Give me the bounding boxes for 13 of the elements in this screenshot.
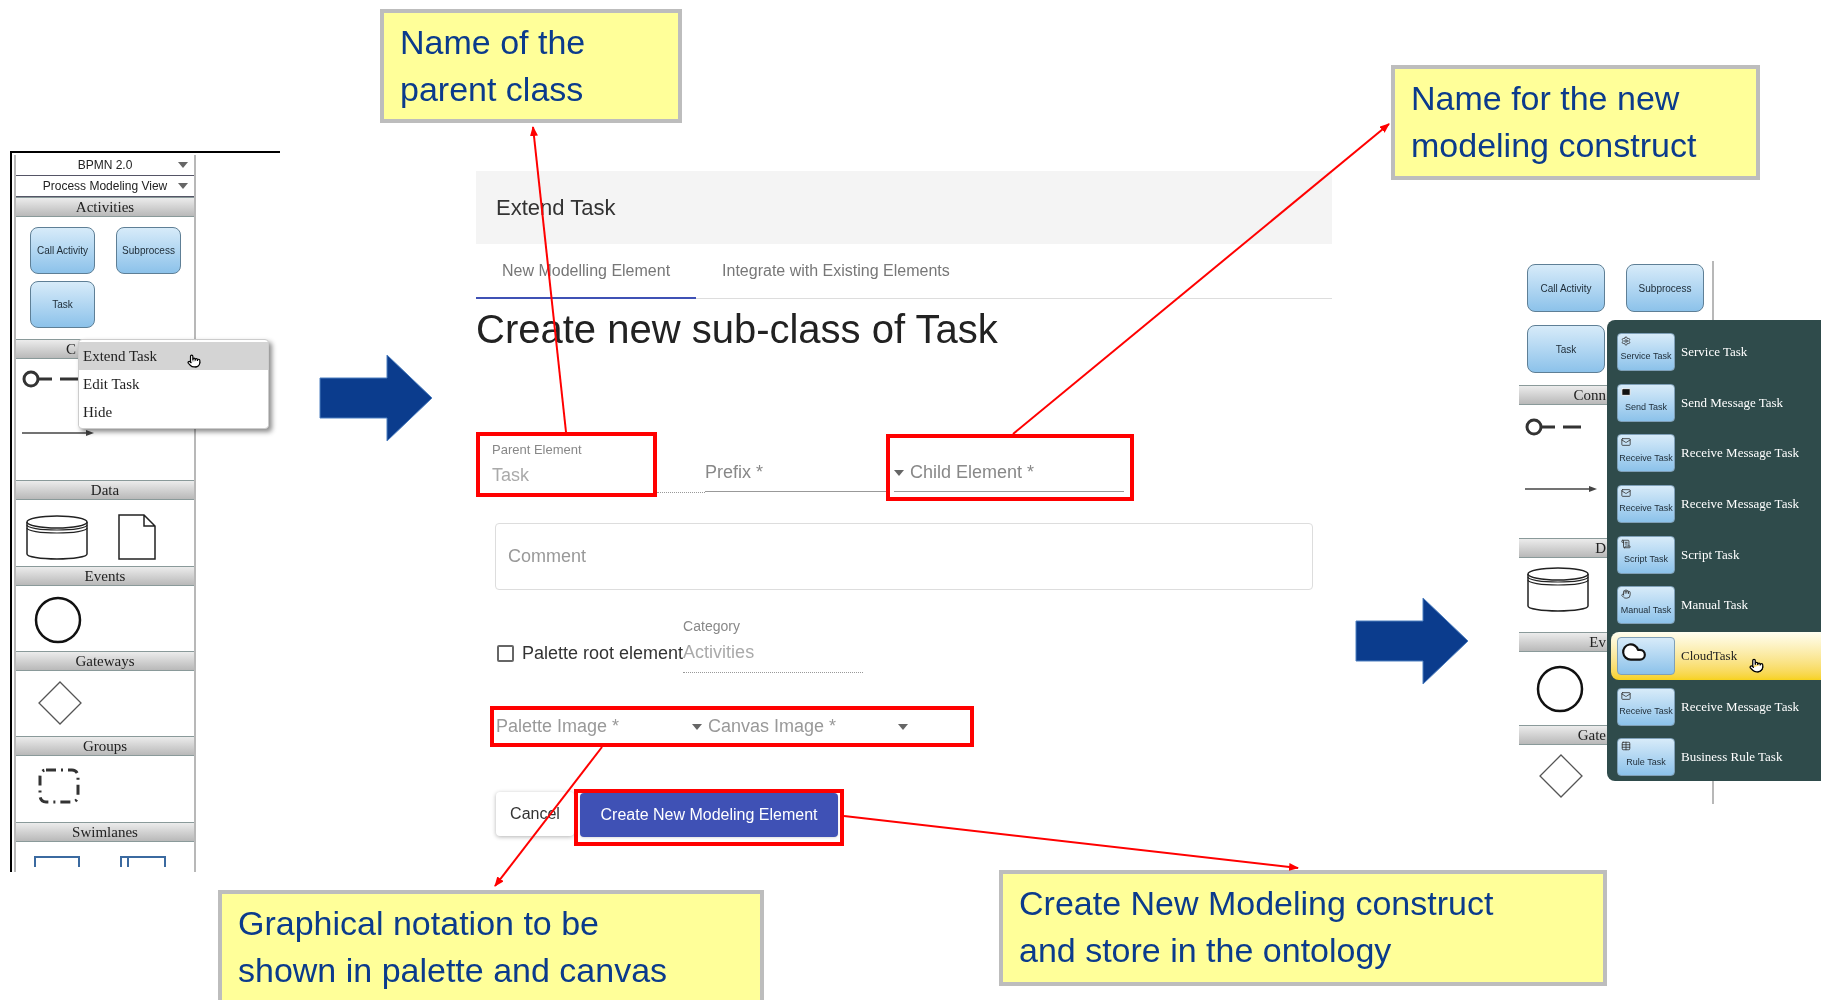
callout-text: Name for the new modeling construct	[1411, 78, 1698, 166]
callout-text: Graphical notation to be shown in palette and canvas	[238, 903, 669, 991]
task-badge: Service Task	[1617, 332, 1675, 371]
task-badge: Send Task	[1617, 383, 1675, 422]
task-badge: Manual Task	[1617, 586, 1675, 625]
callout-text: Create New Modeling construct and store in the ontology	[1019, 883, 1495, 971]
checkbox-label: Palette root element	[522, 642, 684, 665]
task-badge: Script Task	[1617, 535, 1675, 574]
task-badge: Receive Task	[1617, 434, 1675, 473]
callout-text: Name of the parent class	[400, 22, 587, 110]
task-badge: Receive Task	[1617, 484, 1675, 523]
task-badge: Rule Task	[1617, 738, 1675, 777]
task-badge: Receive Task	[1617, 687, 1675, 726]
